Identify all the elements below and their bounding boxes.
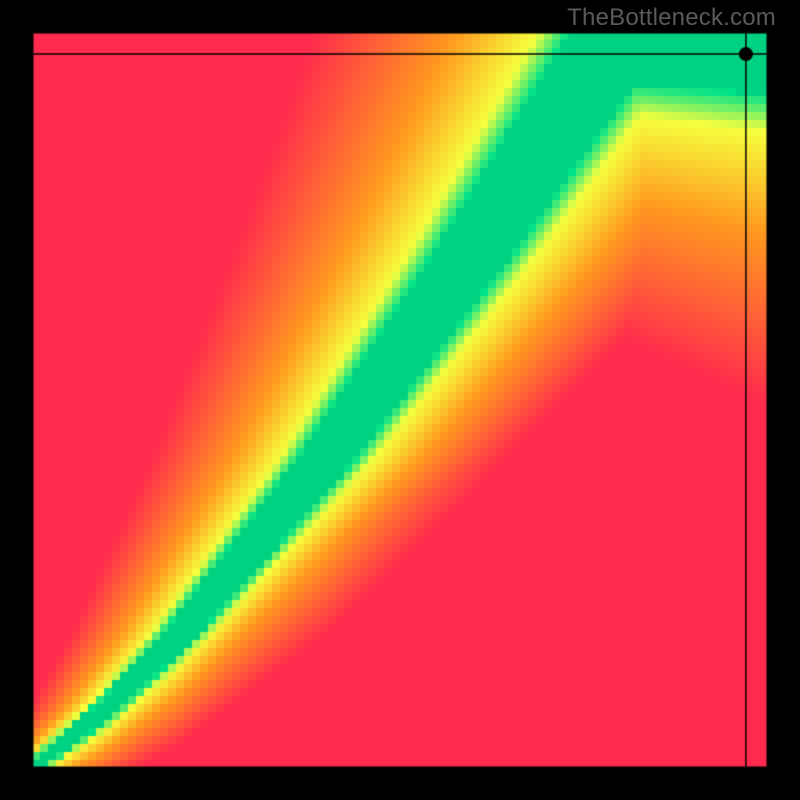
heatmap-plot (32, 32, 768, 768)
chart-frame: TheBottleneck.com (0, 0, 800, 800)
heatmap-canvas (32, 32, 768, 768)
watermark-text: TheBottleneck.com (567, 4, 776, 32)
